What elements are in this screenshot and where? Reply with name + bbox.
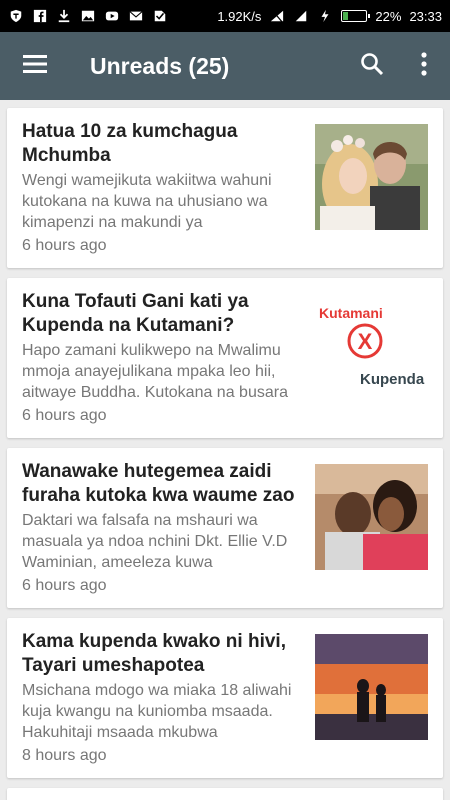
article-thumbnail [315, 124, 428, 230]
page-title: Unreads (25) [90, 52, 230, 79]
shield-icon [8, 9, 24, 23]
check-icon [152, 9, 168, 23]
article-card-partial[interactable] [7, 788, 443, 800]
menu-button[interactable] [0, 32, 70, 100]
app-bar: Unreads (25) [0, 32, 450, 100]
article-thumbnail: Kutamani X Kupenda [315, 294, 428, 400]
battery-percent: 22% [375, 8, 402, 24]
clock: 23:33 [409, 8, 442, 24]
overflow-menu-button[interactable] [398, 32, 450, 100]
more-vert-icon [420, 51, 428, 81]
article-thumbnail [315, 464, 428, 570]
battery-icon [341, 10, 371, 22]
signal-icon [293, 9, 309, 23]
download-icon [56, 9, 72, 23]
charging-icon [317, 9, 333, 23]
facebook-icon [32, 9, 48, 23]
article-title: Kama kupenda kwako ni hivi, Tayari umesh… [22, 631, 286, 676]
graphic-symbol: X [358, 329, 373, 354]
search-icon [360, 52, 384, 81]
article-card[interactable]: Hatua 10 za kumchagua Mchumba Wengi wame… [7, 108, 443, 268]
article-excerpt: Hapo zamani kulikwepo na Mwalimu mmoja a… [22, 342, 288, 401]
article-time: 6 hours ago [22, 237, 107, 254]
article-card[interactable]: Kuna Tofauti Gani kati ya Kupenda na Kut… [7, 278, 443, 438]
image-icon [80, 9, 96, 23]
article-excerpt: Msichana mdogo wa miaka 18 aliwahi kuja … [22, 682, 292, 741]
article-time: 6 hours ago [22, 577, 107, 594]
article-time: 8 hours ago [22, 747, 107, 764]
article-title: Wanawake hutegemea zaidi furaha kutoka k… [22, 461, 295, 506]
article-title: Kuna Tofauti Gani kati ya Kupenda na Kut… [22, 291, 249, 336]
network-speed: 1.92K/s [217, 8, 262, 24]
article-thumbnail [315, 634, 428, 740]
notification-icons [8, 9, 168, 23]
article-list: Hatua 10 za kumchagua Mchumba Wengi wame… [7, 108, 443, 800]
article-time: 6 hours ago [22, 407, 107, 424]
status-bar: 1.92K/s 22% 23:33 [0, 0, 450, 32]
wifi-off-icon [269, 9, 285, 23]
article-card[interactable]: Kama kupenda kwako ni hivi, Tayari umesh… [7, 618, 443, 778]
article-card[interactable]: Wanawake hutegemea zaidi furaha kutoka k… [7, 448, 443, 608]
mail-icon [128, 9, 144, 23]
search-button[interactable] [346, 32, 398, 100]
hamburger-menu-icon [22, 54, 48, 79]
system-indicators: 1.92K/s 22% 23:33 [217, 9, 442, 24]
youtube-icon [104, 9, 120, 23]
graphic-bottom-word: Kupenda [360, 371, 425, 388]
article-excerpt: Wengi wamejikuta wakiitwa wahuni kutokan… [22, 172, 272, 231]
article-excerpt: Daktari wa falsafa na mshauri wa masuala… [22, 512, 288, 571]
graphic-top-word: Kutamani [319, 305, 383, 321]
article-title: Hatua 10 za kumchagua Mchumba [22, 121, 238, 166]
